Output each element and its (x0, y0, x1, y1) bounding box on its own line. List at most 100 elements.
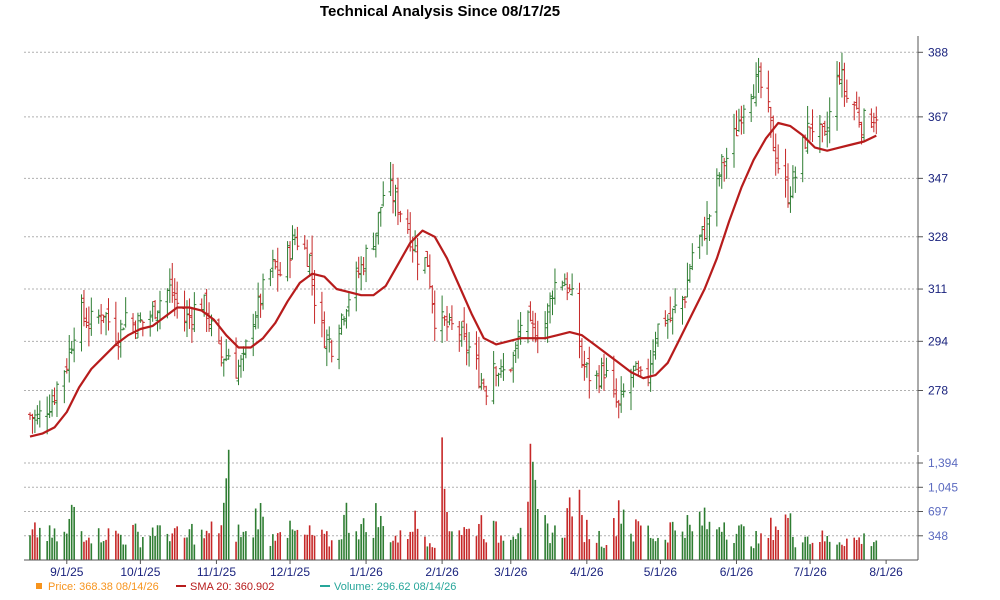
ohlc-bar (381, 181, 386, 207)
volume-bar (137, 531, 139, 560)
volume-tick-label: 1,394 (928, 456, 958, 470)
volume-tick-label: 697 (928, 505, 948, 519)
volume-bar (657, 537, 659, 560)
ohlc-bar (346, 291, 351, 317)
price-tick-label: 294 (928, 334, 948, 348)
volume-bar (375, 503, 377, 560)
volume-bar (262, 516, 264, 560)
volume-bar (772, 540, 775, 560)
ohlc-bar (79, 294, 84, 352)
ohlc-bar (535, 320, 540, 354)
ohlc-bar (101, 314, 106, 323)
volume-bar (424, 536, 426, 560)
volume-bar (340, 539, 343, 560)
volume-bar (794, 547, 797, 560)
volume-bar (259, 503, 262, 560)
volume-bar (132, 524, 134, 560)
volume-bar (654, 541, 657, 560)
volume-bar (124, 544, 127, 560)
volume-bar (70, 504, 73, 560)
price-tick-label: 367 (928, 110, 948, 124)
ohlc-bar (457, 321, 462, 352)
volume-bar (617, 500, 620, 560)
volume-bar (441, 437, 443, 560)
ohlc-bar (862, 108, 867, 141)
volume-bar (605, 545, 608, 560)
ohlc-bar (653, 331, 658, 360)
volume-bar (183, 537, 186, 560)
volume-bar (819, 542, 821, 560)
ohlc-bar (680, 295, 685, 325)
technical-analysis-chart: Technical Analysis Since 08/17/25 278 294… (24, 3, 958, 593)
volume-bar (294, 530, 296, 560)
x-tick-label: 6/1/26 (720, 565, 754, 579)
ohlc-bar (494, 366, 499, 387)
volume-bar (483, 539, 485, 560)
volume-bar (583, 542, 586, 560)
ohlc-bar (153, 300, 158, 320)
ohlc-bar (32, 409, 37, 434)
ohlc-bar (631, 365, 636, 388)
ohlc-bar (805, 105, 810, 154)
ohlc-bar (857, 96, 862, 128)
volume-bar (289, 520, 291, 560)
volume-bar (345, 502, 348, 560)
ohlc-bar (324, 329, 329, 367)
ohlc-bar (719, 154, 724, 189)
volume-bar (360, 524, 362, 560)
ohlc-bar (192, 292, 197, 333)
volume-bar (571, 516, 573, 560)
volume-bar (357, 539, 360, 560)
ohlc-bar (47, 394, 52, 419)
volume-bar (365, 532, 367, 560)
volume-bar (237, 524, 240, 560)
ohlc-bar (216, 318, 221, 344)
volume-bar (225, 478, 228, 560)
volume-bar (323, 533, 326, 560)
volume-bar (630, 533, 632, 560)
volume-bar (858, 537, 860, 560)
volume-bar (186, 537, 188, 560)
ohlc-bar (54, 381, 59, 418)
ohlc-bar (425, 250, 430, 267)
axis-layer: 278 294 311 328 347 367 388 348 697 1,045 1,394 9/1… (24, 36, 958, 579)
volume-bar (855, 539, 858, 560)
volume-bar (873, 542, 875, 560)
volume-bar (227, 449, 230, 560)
sma-layer (29, 121, 877, 438)
ohlc-bar (45, 396, 50, 435)
volume-bar (512, 536, 515, 560)
volume-bar (100, 542, 102, 560)
volume-bar (362, 518, 365, 560)
volume-bar (379, 515, 382, 560)
volume-bar (291, 529, 294, 560)
volume-bar (343, 514, 345, 560)
volume-bar (56, 541, 58, 560)
ohlc-bar (648, 350, 653, 392)
legend-label: Volume: 296.62 08/14/26 (334, 581, 456, 593)
ohlc-bar (123, 297, 128, 328)
volume-bar (48, 525, 51, 560)
volume-bar (757, 543, 760, 560)
ohlc-bar (273, 259, 278, 270)
ohlc-bar (785, 163, 790, 208)
volume-bar (554, 525, 556, 560)
volume-bar (637, 521, 640, 560)
volume-bar (107, 528, 110, 560)
volume-bar (681, 531, 684, 560)
volume-bar (36, 537, 39, 560)
ohlc-bar (135, 312, 140, 339)
volume-bar (166, 533, 169, 560)
ohlc-bar (104, 311, 109, 336)
volume-bar (669, 522, 672, 560)
volume-bar (252, 537, 255, 560)
volume-bar (703, 507, 706, 560)
volume-bar (372, 537, 375, 560)
ohlc-bar (62, 370, 67, 404)
volume-bar (68, 518, 71, 560)
ohlc-bar (376, 212, 381, 245)
volume-bar (485, 542, 488, 560)
volume-bar (235, 541, 237, 560)
volume-bar (460, 534, 463, 560)
volume-bar (529, 443, 532, 560)
